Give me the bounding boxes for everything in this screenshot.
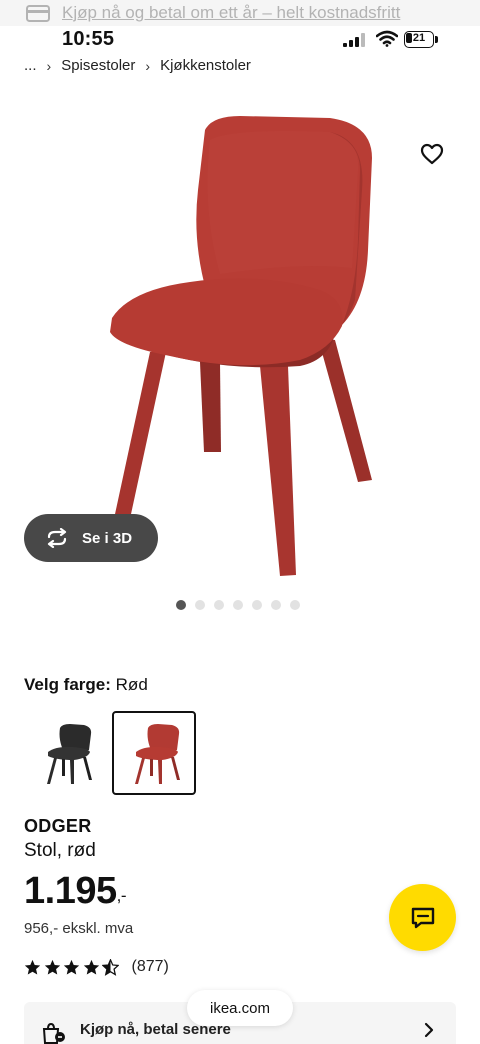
product-name: ODGER bbox=[24, 816, 92, 836]
see-in-3d-button[interactable]: Se i 3D bbox=[24, 514, 158, 562]
color-option-red[interactable] bbox=[112, 711, 196, 795]
star-icon bbox=[44, 959, 60, 975]
chevron-right-icon: › bbox=[145, 57, 151, 74]
price-excl-vat: 956,- ekskl. mva bbox=[24, 920, 134, 937]
battery-icon: 21 bbox=[404, 31, 438, 48]
breadcrumb: ... › Spisestoler › Kjøkkenstoler bbox=[24, 57, 251, 74]
product-image[interactable] bbox=[0, 86, 480, 586]
rotate-3d-icon bbox=[47, 528, 67, 548]
status-time: 10:55 bbox=[62, 28, 115, 50]
wifi-icon bbox=[376, 30, 398, 47]
carousel-dot[interactable] bbox=[176, 600, 186, 610]
carousel-dot[interactable] bbox=[214, 600, 224, 610]
chair-thumbnail-black bbox=[47, 724, 92, 784]
status-bar: 10:55 21 bbox=[0, 26, 480, 54]
chevron-right-icon bbox=[424, 1022, 434, 1038]
breadcrumb-item-spisestoler[interactable]: Spisestoler bbox=[61, 57, 135, 74]
cellular-signal-icon bbox=[343, 33, 365, 47]
star-icon bbox=[63, 959, 80, 975]
shopping-bag-icon bbox=[42, 1022, 65, 1044]
chevron-right-icon: › bbox=[46, 57, 52, 74]
see-in-3d-label: Se i 3D bbox=[82, 529, 133, 547]
promo-banner[interactable]: Kjøp nå og betal om ett år – helt kostna… bbox=[0, 0, 480, 26]
carousel-dot[interactable] bbox=[233, 600, 243, 610]
product-price: 1.195,- bbox=[24, 870, 127, 913]
carousel-dot[interactable] bbox=[271, 600, 281, 610]
promo-banner-text[interactable]: Kjøp nå og betal om ett år – helt kostna… bbox=[62, 3, 400, 23]
breadcrumb-item-kjokkenstoler[interactable]: Kjøkkenstoler bbox=[160, 57, 251, 74]
carousel-dot[interactable] bbox=[290, 600, 300, 610]
carousel-dot[interactable] bbox=[252, 600, 262, 610]
color-option-black[interactable] bbox=[24, 711, 108, 795]
star-icon bbox=[83, 959, 99, 975]
product-description: Stol, rød bbox=[24, 840, 96, 861]
breadcrumb-ellipsis[interactable]: ... bbox=[24, 57, 37, 74]
chair-thumbnail-red bbox=[135, 724, 180, 784]
browser-url: ikea.com bbox=[209, 999, 271, 1017]
battery-level: 21 bbox=[412, 32, 426, 44]
chat-button[interactable] bbox=[389, 884, 456, 951]
color-selected-value: Rød bbox=[115, 675, 148, 694]
rating-count[interactable]: (877) bbox=[132, 958, 169, 976]
color-selector-label: Velg farge: Rød bbox=[24, 675, 148, 695]
heart-icon bbox=[420, 143, 444, 165]
price-suffix: ,- bbox=[116, 886, 127, 905]
favorite-button[interactable] bbox=[418, 141, 446, 167]
star-icon bbox=[24, 959, 41, 975]
credit-card-icon bbox=[26, 4, 50, 22]
product-rating[interactable]: (877) bbox=[24, 958, 169, 976]
star-half-icon bbox=[102, 958, 119, 976]
chat-icon bbox=[411, 907, 434, 928]
carousel-pagination bbox=[176, 600, 309, 610]
price-value: 1.195 bbox=[24, 870, 117, 912]
carousel-dot[interactable] bbox=[195, 600, 205, 610]
browser-url-pill[interactable]: ikea.com bbox=[187, 990, 293, 1026]
color-label-title: Velg farge: bbox=[24, 675, 111, 694]
